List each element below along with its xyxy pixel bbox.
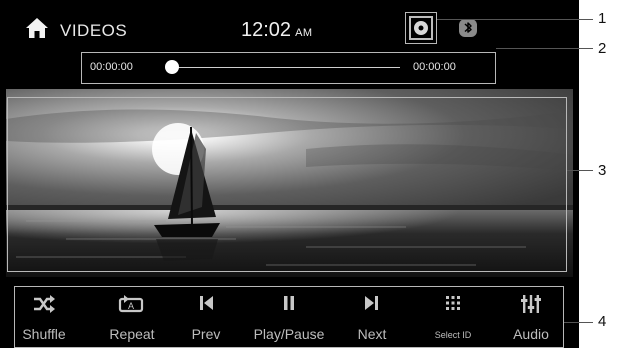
leader-line-4	[564, 322, 593, 323]
callout-box-2	[81, 52, 496, 84]
clock: 12:02 AM	[241, 19, 313, 42]
leader-line-2	[496, 48, 593, 49]
home-icon[interactable]	[25, 17, 49, 39]
callout-number-3: 3	[598, 162, 607, 179]
callout-number-2: 2	[598, 40, 607, 57]
callout-box-4	[14, 286, 564, 348]
leader-line-1	[437, 19, 593, 20]
head-unit-screen: VIDEOS 12:02 AM 00:00:00 00:00:00 Shuffl…	[0, 0, 579, 348]
callout-number-4: 4	[598, 313, 607, 330]
callout-box-3	[7, 97, 567, 272]
callout-number-1: 1	[598, 10, 607, 27]
callout-box-1	[405, 12, 437, 44]
clock-time: 12:02	[241, 19, 292, 41]
leader-line-3	[567, 170, 593, 171]
clock-ampm: AM	[295, 27, 313, 39]
bluetooth-icon[interactable]	[458, 18, 478, 38]
app-title: VIDEOS	[60, 21, 128, 40]
